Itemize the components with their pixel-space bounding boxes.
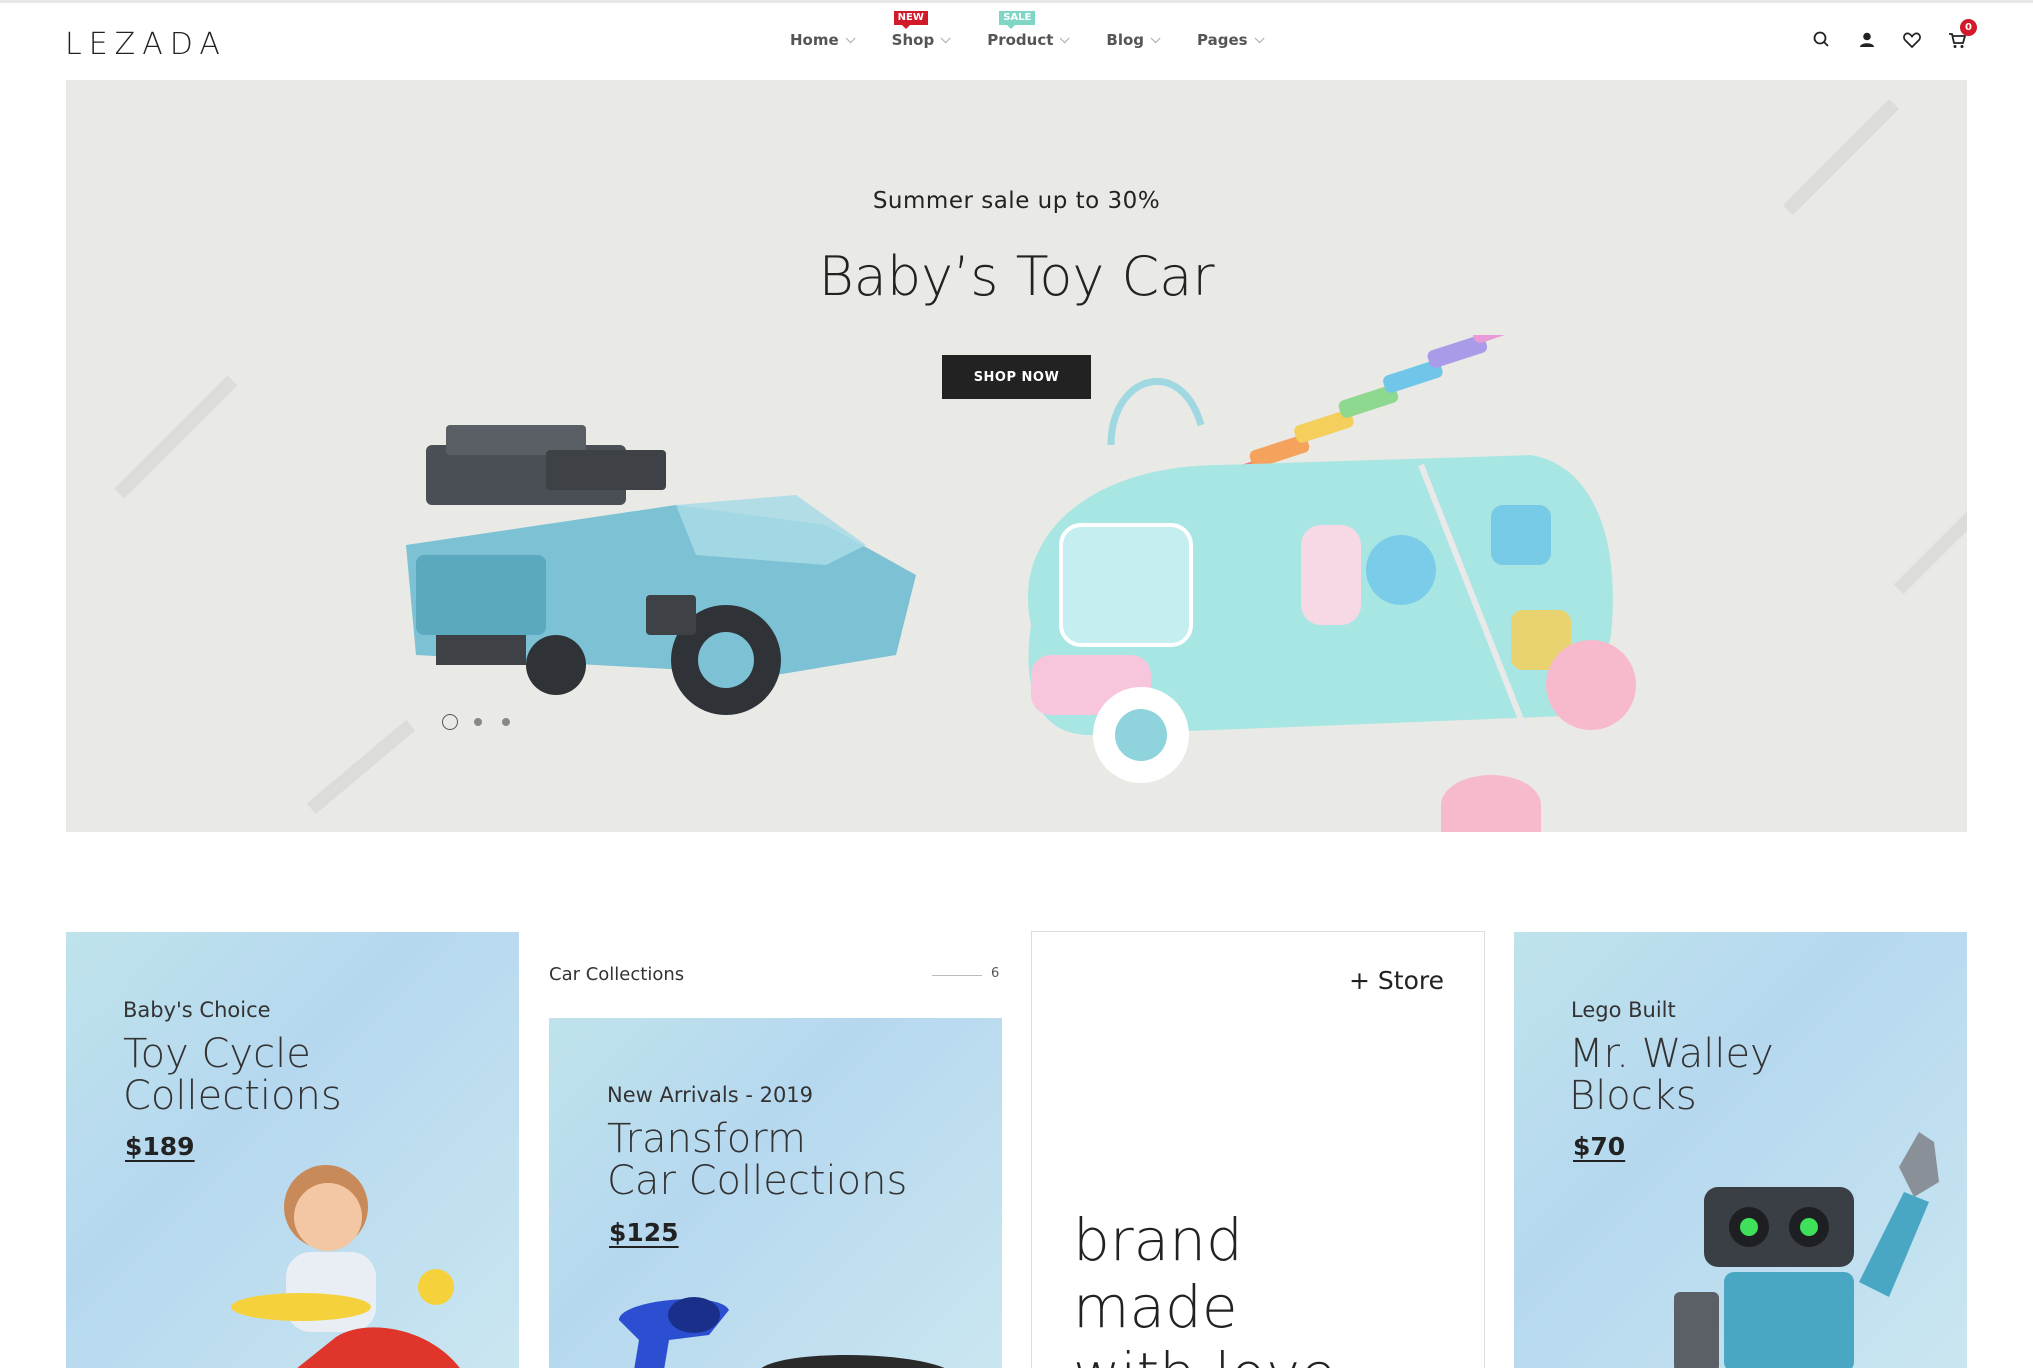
- banner-title: Mr. Walley Blocks: [1569, 1033, 1774, 1117]
- nav-item-blog[interactable]: Blog: [1106, 31, 1161, 49]
- banner-title-line: Transform: [607, 1116, 806, 1162]
- sale-badge: SALE: [999, 11, 1036, 29]
- hero-subtitle: Summer sale up to 30%: [872, 188, 1161, 214]
- banner-kicker: Baby's Choice: [123, 998, 271, 1022]
- hero-title: Baby’s Toy Car: [818, 245, 1215, 308]
- brand-slogan: brand made with love: [1073, 1207, 1453, 1368]
- nav-label: Shop: [891, 31, 935, 49]
- banner-title-line: Collections: [123, 1073, 342, 1119]
- school-bus-toy-image: [1027, 335, 1636, 832]
- slogan-line: made: [1073, 1273, 1238, 1341]
- search-icon[interactable]: [1811, 29, 1833, 51]
- banner-title-line: Toy Cycle: [123, 1031, 311, 1077]
- banner-title-line: Mr. Walley: [1569, 1031, 1774, 1077]
- main-nav: Home NEW Shop SALE Product Blog Pages: [790, 11, 1301, 49]
- banner-title: Toy Cycle Collections: [123, 1033, 342, 1117]
- collection-count: 6: [991, 966, 1000, 981]
- decor-stripe: [1893, 499, 1967, 595]
- banner-title: Transform Car Collections: [607, 1118, 907, 1202]
- site-logo[interactable]: LEZADA: [65, 27, 227, 62]
- transform-cars-banner[interactable]: New Arrivals - 2019 Transform Car Collec…: [549, 1018, 1002, 1368]
- user-icon[interactable]: [1856, 29, 1878, 51]
- banner-title-line: Blocks: [1569, 1073, 1697, 1119]
- header-actions: 0: [1788, 19, 1977, 51]
- banner-price[interactable]: $189: [125, 1132, 195, 1161]
- slider-dot-3[interactable]: [502, 718, 510, 726]
- transformer-car-image: [406, 425, 916, 715]
- slogan-line: with love: [1073, 1341, 1453, 1368]
- banner-price[interactable]: $125: [609, 1218, 679, 1247]
- chevron-down-icon: [1060, 32, 1070, 43]
- nav-label: Blog: [1106, 31, 1145, 49]
- banner-kicker: Lego Built: [1571, 998, 1676, 1022]
- divider-line: [932, 975, 982, 976]
- slider-dot-2[interactable]: [474, 718, 482, 726]
- banner-price[interactable]: $70: [1573, 1132, 1625, 1161]
- rc-car-remote-image: [619, 1297, 945, 1368]
- car-collections-heading: Car Collections: [549, 964, 685, 985]
- store-link[interactable]: + Store: [1349, 966, 1444, 995]
- hero-slider: Summer sale up to 30% Baby’s Toy Car SHO…: [66, 80, 1967, 832]
- nav-item-shop[interactable]: NEW Shop: [891, 11, 951, 49]
- lego-blocks-banner[interactable]: Lego Built Mr. Walley Blocks $70: [1514, 932, 1967, 1368]
- nav-item-product[interactable]: SALE Product: [987, 11, 1070, 49]
- nav-item-home[interactable]: Home: [790, 31, 856, 49]
- heart-icon[interactable]: [1901, 29, 1923, 51]
- cart-icon[interactable]: 0: [1946, 19, 1977, 51]
- site-header: LEZADA Home NEW Shop SALE Product Blog P…: [0, 0, 2033, 80]
- store-banner: + Store brand made with love: [1031, 931, 1485, 1368]
- nav-label: Pages: [1197, 31, 1248, 49]
- new-badge: NEW: [893, 11, 928, 29]
- robot-lego-image: [1674, 1132, 1939, 1368]
- slider-dot-1[interactable]: [442, 714, 458, 730]
- cart-count-badge: 0: [1960, 19, 1977, 36]
- nav-label: Product: [987, 31, 1054, 49]
- toy-cycle-banner[interactable]: Baby's Choice Toy Cycle Collections $189: [66, 932, 519, 1368]
- slider-dots: [442, 714, 530, 730]
- banner-kicker: New Arrivals - 2019: [607, 1083, 814, 1107]
- chevron-down-icon: [845, 32, 856, 43]
- chevron-down-icon: [1254, 32, 1265, 43]
- chevron-down-icon: [1150, 32, 1161, 43]
- decor-stripe: [114, 375, 238, 499]
- chevron-down-icon: [940, 32, 951, 43]
- nav-label: Home: [790, 31, 839, 49]
- banner-title-line: Car Collections: [607, 1158, 908, 1204]
- child-on-toy-cycle-image: [231, 1165, 460, 1368]
- nav-item-pages[interactable]: Pages: [1197, 31, 1265, 49]
- decor-stripe: [306, 719, 416, 815]
- slogan-line: brand: [1073, 1206, 1243, 1274]
